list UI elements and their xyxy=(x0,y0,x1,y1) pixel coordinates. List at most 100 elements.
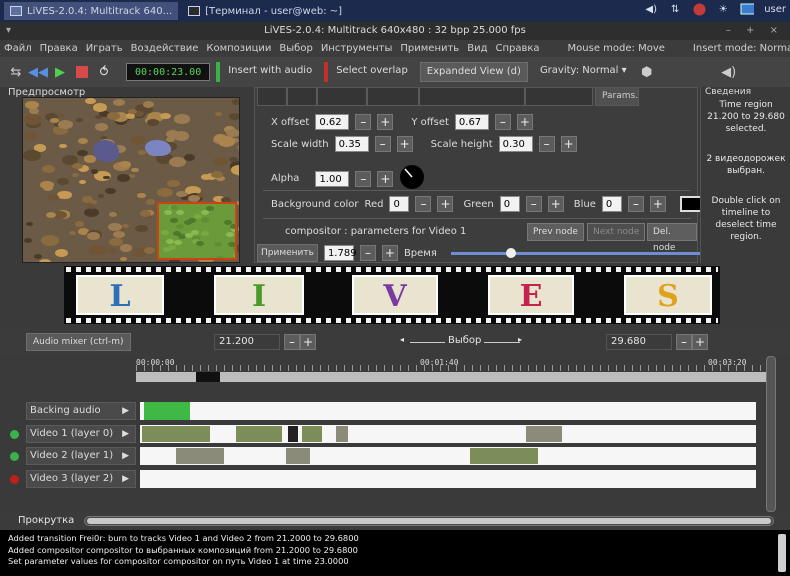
red-increment[interactable]: + xyxy=(437,196,454,212)
track-lane[interactable] xyxy=(140,425,756,443)
timeline-vertical-scrollbar[interactable] xyxy=(766,356,776,512)
render-icon[interactable]: ⬢ xyxy=(639,64,655,80)
audio-clip[interactable] xyxy=(144,402,190,420)
select-overlap-toggle[interactable]: Select overlap xyxy=(330,62,414,82)
rewind-icon[interactable]: ◀◀ xyxy=(28,64,48,80)
prev-node-button[interactable]: Prev node xyxy=(527,223,584,241)
x-offset-input[interactable]: 0.62 xyxy=(315,114,350,130)
alpha-increment[interactable]: + xyxy=(377,170,394,187)
menu-effects[interactable]: Воздействие xyxy=(131,43,199,54)
log-scrollbar[interactable] xyxy=(778,534,786,572)
menu-compositions[interactable]: Композиции xyxy=(206,43,271,54)
video-preview[interactable] xyxy=(22,97,240,263)
time-input[interactable]: 1.789 xyxy=(323,245,357,261)
param-tab[interactable] xyxy=(287,88,317,106)
blue-increment[interactable]: + xyxy=(649,196,666,212)
insert-with-audio-toggle[interactable]: Insert with audio xyxy=(222,62,318,82)
track-label[interactable]: Video 1 (layer 0) ▶ xyxy=(26,425,136,443)
network-icon[interactable]: ⇅ xyxy=(668,2,682,16)
video-clip[interactable] xyxy=(470,448,538,464)
update-icon[interactable] xyxy=(692,2,706,16)
param-tab[interactable] xyxy=(367,88,419,106)
user-name[interactable]: user xyxy=(764,4,786,15)
scale-height-decrement[interactable]: – xyxy=(538,136,555,152)
audio-volume-icon[interactable]: ◀) xyxy=(721,64,737,80)
red-input[interactable]: 0 xyxy=(389,196,410,212)
alpha-input[interactable]: 1.00 xyxy=(315,170,350,187)
green-decrement[interactable]: – xyxy=(525,196,542,212)
ruler-playhead-region[interactable] xyxy=(196,372,220,382)
scale-width-input[interactable]: 0.35 xyxy=(334,136,369,152)
blue-input[interactable]: 0 xyxy=(601,196,622,212)
alpha-decrement[interactable]: – xyxy=(355,170,372,187)
delete-node-button[interactable]: Del. node xyxy=(647,223,697,253)
selection-start-increment[interactable]: + xyxy=(300,334,316,350)
blue-decrement[interactable]: – xyxy=(627,196,644,212)
video-clip[interactable] xyxy=(142,426,210,442)
time-increment[interactable]: + xyxy=(381,245,398,261)
expand-arrow-icon[interactable]: ▶ xyxy=(122,448,129,464)
param-tab[interactable] xyxy=(257,88,287,106)
gravity-select[interactable]: Gravity: Normal ▾ xyxy=(534,62,633,82)
y-offset-decrement[interactable]: – xyxy=(494,114,511,130)
video-clip[interactable] xyxy=(526,426,562,442)
param-tab[interactable] xyxy=(317,88,367,106)
timecode-display[interactable]: 00:00:23.00 xyxy=(126,63,211,81)
window-controls[interactable]: – + × xyxy=(726,22,784,40)
param-tab[interactable] xyxy=(419,88,525,106)
scrollbar-thumb[interactable] xyxy=(87,518,771,524)
scale-height-increment[interactable]: + xyxy=(560,136,577,152)
green-input[interactable]: 0 xyxy=(499,196,520,212)
video-clip[interactable] xyxy=(236,426,282,442)
clip-editor-icon[interactable]: ⇆ xyxy=(8,64,24,80)
desktop-icon[interactable] xyxy=(740,2,755,16)
taskbar-app-terminal[interactable]: [Терминал - user@web: ~] xyxy=(182,2,348,20)
video-clip[interactable] xyxy=(302,426,322,442)
track-lane[interactable] xyxy=(140,402,756,420)
selection-end-decrement[interactable]: – xyxy=(676,334,692,350)
time-decrement[interactable]: – xyxy=(359,245,376,261)
expand-arrow-icon[interactable]: ▶ xyxy=(122,403,129,419)
volume-icon[interactable]: ◀) xyxy=(644,2,658,16)
x-offset-increment[interactable]: + xyxy=(377,114,394,130)
selection-end-increment[interactable]: + xyxy=(692,334,708,350)
insert-mode[interactable]: Insert mode: Normal xyxy=(693,43,790,54)
window-menu-icon[interactable]: ▾ xyxy=(6,22,11,40)
timeline-horizontal-scrollbar[interactable] xyxy=(84,516,774,526)
track-lane[interactable] xyxy=(140,470,756,488)
menu-tools[interactable]: Инструменты xyxy=(321,43,393,54)
picture-in-picture-overlay[interactable] xyxy=(157,202,237,260)
video-clip[interactable] xyxy=(288,426,298,442)
track-label[interactable]: Video 2 (layer 1) ▶ xyxy=(26,447,136,465)
selection-start-decrement[interactable]: – xyxy=(284,334,300,350)
alpha-dial[interactable] xyxy=(399,164,425,193)
tab-params[interactable]: Params. xyxy=(595,88,639,106)
param-tab[interactable] xyxy=(525,88,593,106)
video-clip[interactable] xyxy=(176,448,224,464)
scale-width-increment[interactable]: + xyxy=(396,136,413,152)
menu-file[interactable]: Файл xyxy=(4,43,32,54)
time-slider-thumb[interactable] xyxy=(505,248,516,258)
menu-edit[interactable]: Правка xyxy=(40,43,78,54)
expanded-view-button[interactable]: Expanded View (d) xyxy=(419,62,528,82)
video-clip[interactable] xyxy=(286,448,310,464)
timeline-ruler[interactable]: 00:00:00 00:01:40 00:03:20 xyxy=(136,356,768,386)
track-label[interactable]: Video 3 (layer 2) ▶ xyxy=(26,470,136,488)
menu-view[interactable]: Вид xyxy=(467,43,487,54)
loop-icon[interactable]: ⥀ xyxy=(96,64,112,80)
selection-start-input[interactable]: 21.200 xyxy=(214,334,280,350)
y-offset-increment[interactable]: + xyxy=(516,114,533,130)
mouse-mode[interactable]: Mouse mode: Move xyxy=(568,43,665,54)
next-node-button[interactable]: Next node xyxy=(587,223,646,241)
apply-button[interactable]: Применить xyxy=(257,244,318,262)
track-lane[interactable] xyxy=(140,447,756,465)
menu-render[interactable]: Применить xyxy=(400,43,459,54)
play-icon[interactable]: ▶ xyxy=(52,64,68,80)
stop-icon[interactable] xyxy=(74,64,90,80)
menu-help[interactable]: Справка xyxy=(495,43,539,54)
red-decrement[interactable]: – xyxy=(415,196,432,212)
scale-width-decrement[interactable]: – xyxy=(374,136,391,152)
audio-mixer-button[interactable]: Audio mixer (ctrl-m) xyxy=(26,333,131,351)
expand-arrow-icon[interactable]: ▶ xyxy=(122,471,129,487)
y-offset-input[interactable]: 0.67 xyxy=(454,114,489,130)
